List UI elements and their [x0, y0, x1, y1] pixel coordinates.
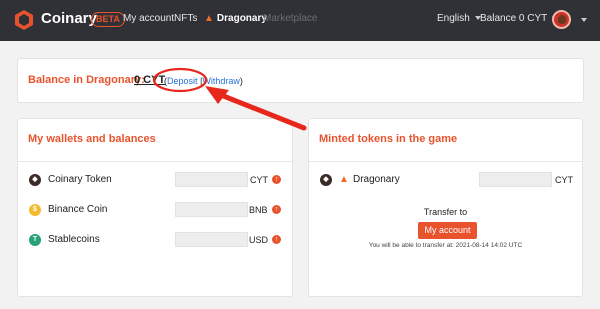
- pointer-arrow: [213, 90, 307, 131]
- highlight-circle: [152, 67, 208, 93]
- annotation-overlay: [152, 67, 307, 131]
